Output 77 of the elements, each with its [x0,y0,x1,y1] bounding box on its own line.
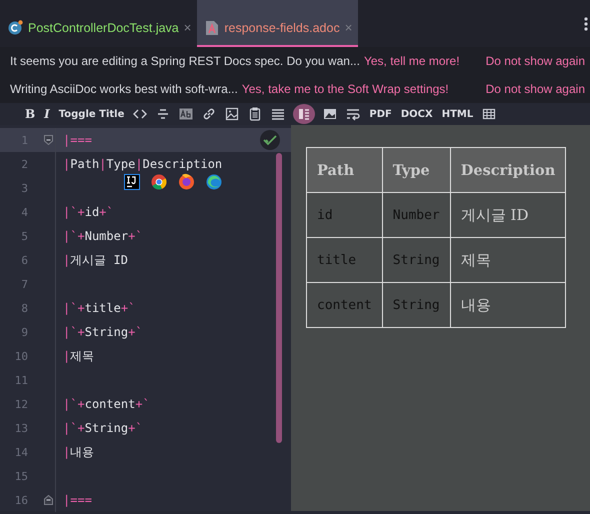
code-line: |`+title+` [63,301,136,315]
line-number: 8 [20,302,28,314]
code-line: |=== [63,493,92,507]
text-style-icon [179,107,194,121]
toolbar-button[interactable]: I [43,105,51,123]
fold-icon[interactable] [44,495,53,505]
line-number: 10 [14,350,28,362]
notification-message: Writing AsciiDoc works best with soft-wra... [10,82,238,96]
notification-link[interactable]: Do not show again [478,82,585,96]
toolbar-button[interactable]: Toggle Title [58,106,126,122]
link-icon [202,107,216,121]
table-cell: String [382,238,450,282]
table-cell: 게시글 ID [450,192,566,238]
toolbar-button[interactable]: B [24,105,36,123]
close-icon[interactable]: × [184,20,192,35]
column-header: Type [382,148,450,192]
code-line: |내용 [63,444,94,460]
code-line: |`+id+` [63,205,114,219]
line-number: 5 [20,230,28,242]
code-line: |제목 [63,348,94,364]
image-icon [225,107,240,121]
column-header: Path [306,148,382,192]
toolbar-button[interactable]: DOCX [400,106,434,122]
line-number: 12 [14,398,28,410]
toolbar-button[interactable]: PDF [368,106,393,122]
editor-tab[interactable]: response-fields.adoc × [197,0,358,47]
table-cell: 내용 [450,282,566,328]
line-number: 13 [14,422,28,434]
code-line: |`+String+` [63,421,143,435]
browser-icon[interactable] [178,173,195,190]
browser-icon[interactable] [206,174,222,190]
column-header: Description [450,148,566,192]
line-number: 16 [14,494,28,506]
split-view-icon [297,107,312,121]
toolbar-button[interactable]: HTML [440,106,474,122]
table-cell: String [382,282,450,328]
line-number: 6 [20,254,28,266]
line-number: 7 [20,278,28,290]
notification-link[interactable]: Yes, take me to the Soft Wrap settings! [242,82,449,96]
line-number: 11 [14,374,28,386]
notification-message: It seems you are editing a Spring REST Docs spec. Do you wan... [10,54,360,68]
strikethrough-icon [156,107,170,121]
list-icon [271,107,286,121]
scrollbar[interactable] [276,153,282,443]
table-cell: title [306,238,382,282]
line-number: 9 [20,326,28,338]
fold-icon[interactable] [44,135,53,145]
code-line: |=== [63,133,92,147]
toolbar-button[interactable] [293,104,316,124]
more-icon[interactable] [584,17,588,31]
code-icon [133,107,148,121]
table-icon [482,107,496,121]
line-number: 2 [20,158,28,170]
table-cell: content [306,282,382,328]
browser-icon[interactable] [151,174,167,190]
line-number: 15 [14,470,28,482]
toolbar-button[interactable] [224,105,240,123]
ide-icon[interactable] [124,174,140,190]
file-icon [205,20,220,36]
table-cell: 제목 [450,238,566,282]
code-line: |게시글 ID [63,252,128,268]
line-number: 3 [20,182,28,194]
wrap-icon [346,107,360,121]
code-line: |`+String+` [63,325,143,339]
class-icon [8,20,23,35]
code-line: |`+Number+` [63,229,143,243]
table-cell: id [306,192,382,238]
image-icon [323,107,338,121]
notification-link[interactable]: Do not show again [478,54,585,68]
table-cell: Number [382,192,450,238]
code-line: |Path|Type|Description [63,157,222,171]
code-line: |`+content+` [63,397,150,411]
clipboard-icon [248,107,262,121]
notification-link[interactable]: Yes, tell me more! [364,54,460,68]
line-number: 14 [14,446,28,458]
editor-tab[interactable]: PostControllerDocTest.java × [0,0,198,47]
line-number: 4 [20,206,28,218]
